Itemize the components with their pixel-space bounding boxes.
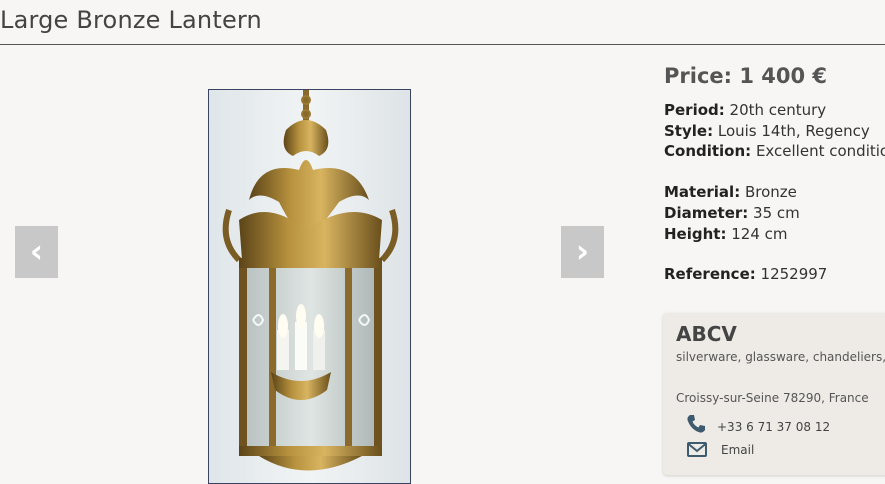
envelope-icon [687, 442, 707, 457]
price-label: Price: [664, 64, 733, 88]
spec-period: Period: 20th century [664, 101, 827, 119]
dealer-address: Croissy-sur-Seine 78290, France [676, 391, 869, 405]
gallery-next-button[interactable]: › [561, 226, 604, 278]
spec-reference: Reference: 1252997 [664, 265, 828, 284]
title-divider [0, 44, 885, 45]
spec-material: Material: Bronze [664, 183, 797, 202]
spec-condition: Condition: Excellent condition [664, 142, 885, 161]
dealer-name[interactable]: ABCV [676, 322, 737, 346]
price-value: 1 400 € [739, 64, 828, 88]
phone-icon [687, 415, 705, 433]
dealer-specialties: silverware, glassware, chandeliers, j [676, 350, 885, 364]
dealer-email-link[interactable]: Email [721, 443, 754, 457]
product-details: Price: 1 400 € Period: 20th century Styl… [664, 64, 885, 285]
spec-diameter: Diameter: 35 cm [664, 203, 800, 222]
spec-height: Height: 124 cm [664, 224, 788, 243]
lantern-illustration [209, 90, 410, 483]
dealer-card: ABCV silverware, glassware, chandeliers,… [663, 313, 885, 475]
gallery-prev-button[interactable]: ‹ [15, 226, 58, 278]
price: Price: 1 400 € [664, 64, 885, 88]
dealer-phone[interactable]: +33 6 71 37 08 12 [717, 420, 830, 434]
spec-style: Style: Louis 14th, Regency [664, 121, 870, 140]
product-photo[interactable] [208, 89, 411, 484]
page-title: Large Bronze Lantern [0, 6, 262, 34]
